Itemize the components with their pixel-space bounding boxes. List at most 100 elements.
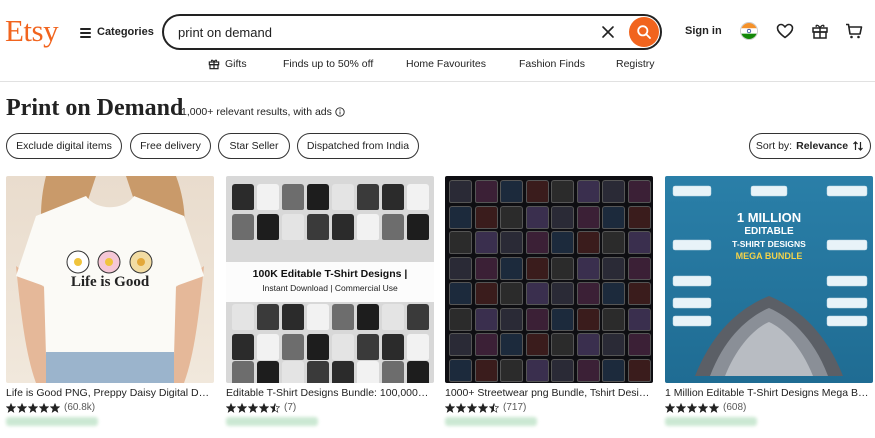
- product-rating: (717): [445, 402, 653, 413]
- design-thumbnail: [474, 205, 498, 229]
- design-thumbnail: [449, 282, 472, 305]
- design-thumbnail: [474, 180, 498, 203]
- design-thumbnail: [551, 231, 574, 254]
- subnav-gifts-label: Gifts: [225, 58, 247, 70]
- product-title[interactable]: 1000+ Streetwear png Bundle, Tshirt Desi…: [445, 387, 653, 399]
- design-thumbnail: [500, 256, 523, 280]
- design-thumbnail: [602, 180, 625, 203]
- design-thumbnail: [576, 180, 600, 203]
- gift-icon[interactable]: [811, 22, 829, 40]
- sign-in-link[interactable]: Sign in: [685, 25, 722, 37]
- tshirt-thumbnail: [357, 184, 379, 210]
- subnav-fashion-finds[interactable]: Fashion Finds: [519, 58, 585, 70]
- design-thumbnail: [500, 180, 523, 203]
- sub-navigation: Gifts Finds up to 50% off Home Favourite…: [0, 58, 875, 72]
- heart-icon[interactable]: [776, 22, 794, 40]
- design-thumbnail: [627, 307, 651, 331]
- tshirt-thumbnail: [407, 184, 429, 210]
- star-icon: [489, 402, 499, 413]
- categories-button[interactable]: Categories: [80, 22, 154, 42]
- design-thumbnail: [576, 333, 600, 356]
- product-image[interactable]: Life is Good: [6, 176, 214, 383]
- star-icon: [6, 402, 16, 413]
- product-card[interactable]: 1000+ Streetwear png Bundle, Tshirt Desi…: [445, 176, 653, 426]
- tshirt-thumbnail: [282, 361, 304, 383]
- tshirt-thumbnail: [407, 361, 429, 383]
- cart-icon[interactable]: [845, 22, 863, 40]
- filter-free-delivery[interactable]: Free delivery: [130, 133, 211, 159]
- search-bar: [162, 14, 662, 50]
- design-thumbnail: [525, 205, 549, 229]
- gift-icon: [208, 59, 220, 70]
- tshirt-thumbnail: [382, 214, 404, 240]
- design-thumbnail: [627, 180, 651, 203]
- search-input[interactable]: [178, 24, 578, 40]
- sort-dropdown[interactable]: Sort by: Relevance: [749, 133, 871, 159]
- page-title: Print on Demand: [6, 95, 184, 121]
- design-thumbnail: [525, 231, 549, 254]
- tshirt-thumbnail: [332, 184, 354, 210]
- tshirt-thumbnail: [257, 304, 279, 330]
- sort-value: Relevance: [796, 140, 849, 152]
- tshirt-thumbnail: [307, 214, 329, 240]
- filter-star-seller[interactable]: Star Seller: [218, 133, 290, 159]
- tshirt-thumbnail: [232, 214, 254, 240]
- product-card[interactable]: Life is Good Life is Good PNG, Preppy Da…: [6, 176, 214, 426]
- search-icon: [637, 25, 651, 39]
- product-image[interactable]: 1 MILLION EDITABLE T-SHIRT DESIGNS MEGA …: [665, 176, 873, 383]
- design-thumbnail: [474, 333, 498, 356]
- tshirt-thumbnail: [232, 304, 254, 330]
- tshirt-thumbnail: [407, 304, 429, 330]
- tshirt-thumbnail: [407, 214, 429, 240]
- site-header: Etsy Categories Sign in: [0, 0, 875, 82]
- tshirt-thumbnail: [357, 334, 379, 360]
- product-card[interactable]: 100K Editable T-Shirt Designs | Instant …: [226, 176, 434, 426]
- tshirt-thumbnail: [332, 334, 354, 360]
- streetwear-grid-image: [445, 176, 653, 383]
- design-thumbnail: [627, 358, 651, 382]
- info-icon[interactable]: [335, 107, 345, 117]
- image-caption: Life is Good: [70, 274, 150, 290]
- product-title[interactable]: 1 Million Editable T-Shirt Designs Mega …: [665, 387, 873, 399]
- result-count: 1,000+ relevant results, with ads: [181, 106, 345, 118]
- design-thumbnail: [551, 333, 574, 356]
- design-thumbnail: [500, 358, 523, 382]
- product-image[interactable]: [445, 176, 653, 383]
- star-icon: [698, 402, 708, 413]
- subnav-deals[interactable]: Finds up to 50% off: [283, 58, 373, 70]
- filter-exclude-digital[interactable]: Exclude digital items: [6, 133, 122, 159]
- search-button[interactable]: [629, 17, 659, 47]
- tshirt-thumbnail: [357, 304, 379, 330]
- subnav-registry[interactable]: Registry: [616, 58, 655, 70]
- tshirt-thumbnail: [382, 184, 404, 210]
- price-placeholder: [665, 417, 757, 426]
- image-subcaption: Instant Download | Commercial Use: [262, 283, 398, 293]
- product-title[interactable]: Life is Good PNG, Preppy Daisy Digital D…: [6, 387, 214, 399]
- price-placeholder: [226, 417, 318, 426]
- design-thumbnail: [602, 282, 625, 305]
- star-rating: [665, 402, 719, 413]
- filter-dispatched-india[interactable]: Dispatched from India: [297, 133, 419, 159]
- design-thumbnail: [576, 282, 600, 305]
- product-title[interactable]: Editable T-Shirt Designs Bundle: 100,000…: [226, 387, 434, 399]
- price-placeholder: [445, 417, 537, 426]
- etsy-logo[interactable]: Etsy: [5, 13, 59, 49]
- design-thumbnail: [474, 358, 498, 382]
- star-icon: [226, 402, 236, 413]
- design-thumbnail: [474, 282, 498, 305]
- india-flag-icon[interactable]: [740, 22, 758, 40]
- product-rating: (60.8k): [6, 402, 214, 413]
- tshirt-thumbnail: [232, 361, 254, 383]
- star-icon: [248, 402, 258, 413]
- subnav-gifts[interactable]: Gifts: [208, 58, 247, 70]
- star-icon: [665, 402, 675, 413]
- tshirt-thumbnail: [382, 334, 404, 360]
- tshirt-thumbnail: [232, 184, 254, 210]
- star-icon: [28, 402, 38, 413]
- design-thumbnail: [500, 282, 523, 305]
- subnav-home-favourites[interactable]: Home Favourites: [406, 58, 486, 70]
- product-card[interactable]: 1 MILLION EDITABLE T-SHIRT DESIGNS MEGA …: [665, 176, 873, 426]
- product-image[interactable]: 100K Editable T-Shirt Designs | Instant …: [226, 176, 434, 383]
- design-thumbnail: [576, 307, 600, 331]
- close-icon[interactable]: [600, 24, 616, 40]
